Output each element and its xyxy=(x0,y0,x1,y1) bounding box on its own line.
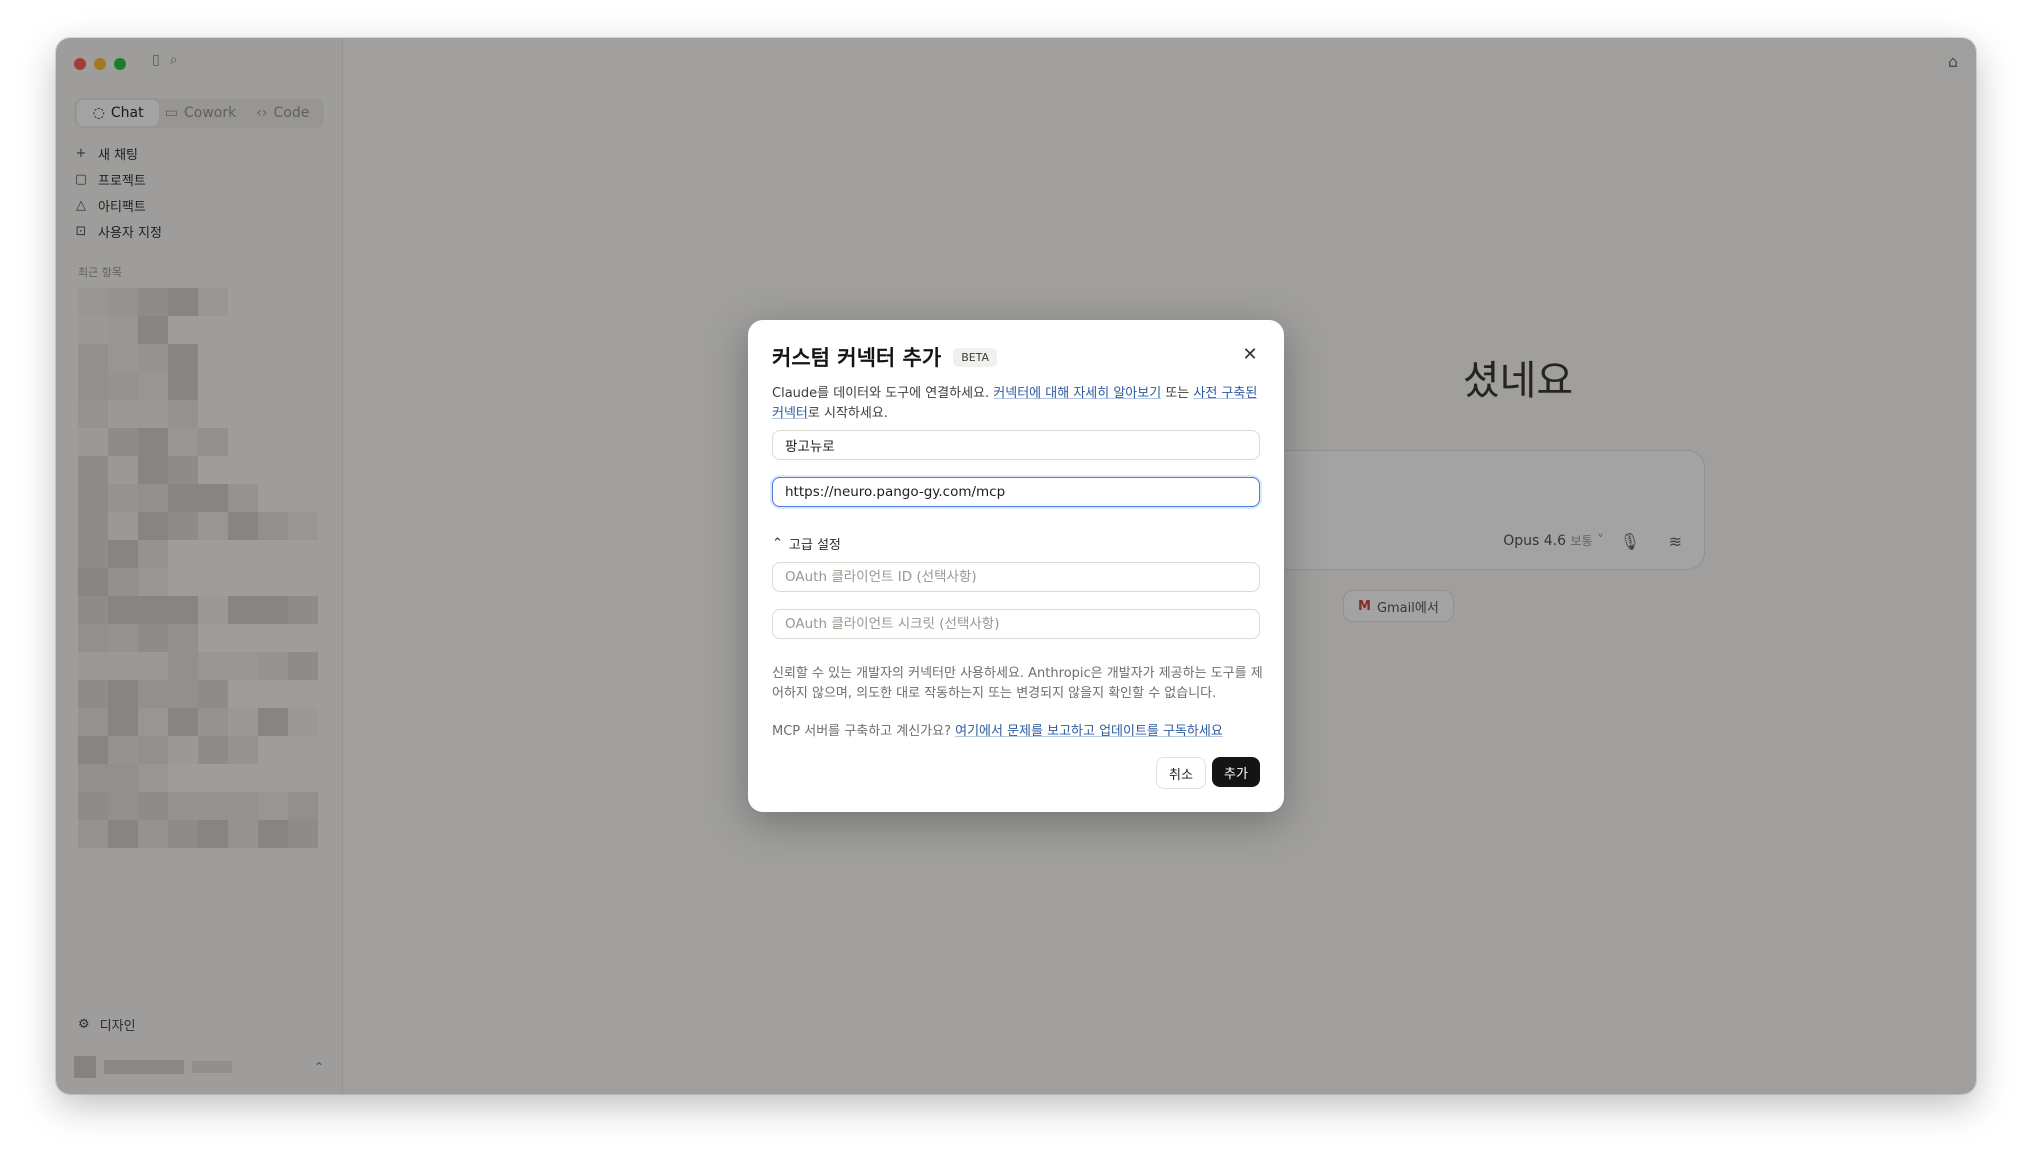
add-custom-connector-dialog: 커스텀 커넥터 추가 BETA ✕ Claude를 데이터와 도구에 연결하세요… xyxy=(748,320,1284,812)
mcp-feedback-text: MCP 서버를 구축하고 계신가요? 여기에서 문제를 보고하고 업데이트를 구… xyxy=(772,724,1223,739)
connector-name-input[interactable] xyxy=(772,430,1260,460)
chevron-up-icon: ⌃ xyxy=(772,536,783,551)
report-issues-link[interactable]: 여기에서 문제를 보고하고 업데이트를 구독하세요 xyxy=(955,724,1223,739)
trust-warning-text: 신뢰할 수 있는 개발자의 커넥터만 사용하세요. Anthropic은 개발자… xyxy=(772,666,1263,701)
oauth-client-id-input[interactable] xyxy=(772,562,1260,592)
beta-badge: BETA xyxy=(953,347,998,367)
oauth-client-secret-input[interactable] xyxy=(772,609,1260,639)
dialog-description: Claude를 데이터와 도구에 연결하세요. 커넥터에 대해 자세히 알아보기… xyxy=(772,386,1258,421)
learn-more-connectors-link[interactable]: 커넥터에 대해 자세히 알아보기 xyxy=(993,386,1161,401)
advanced-settings-toggle[interactable]: ⌃ 고급 설정 xyxy=(772,534,841,553)
add-button[interactable]: 추가 xyxy=(1212,757,1260,787)
cancel-button[interactable]: 취소 xyxy=(1156,757,1206,789)
connector-url-input[interactable] xyxy=(772,477,1260,507)
dialog-title: 커스텀 커넥터 추가 BETA xyxy=(772,342,998,372)
close-icon[interactable]: ✕ xyxy=(1238,342,1262,366)
